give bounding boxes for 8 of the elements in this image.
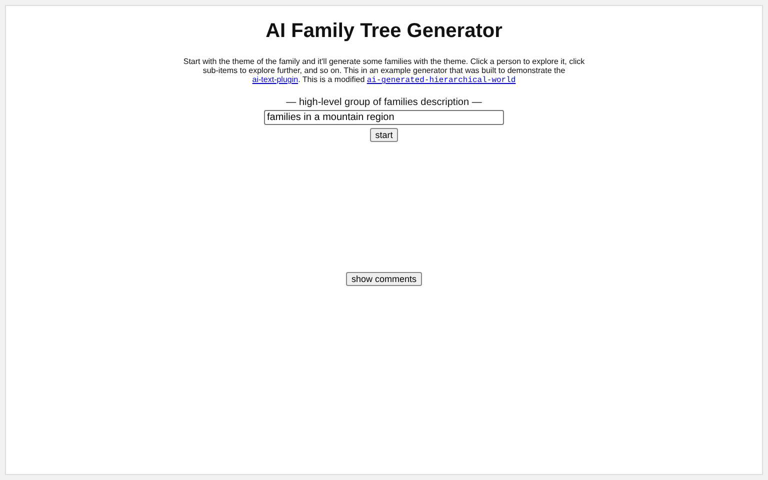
show-comments-button[interactable]: show comments <box>346 272 422 286</box>
plugin-link[interactable]: ai-text-plugin <box>252 75 298 84</box>
description-input[interactable]: families in a mountain region <box>264 110 504 125</box>
input-label: — high-level group of families description — <box>286 97 482 108</box>
start-button[interactable]: start <box>370 128 398 142</box>
description-text: Start with the theme of the family and it'll generate some families with the theme. Click a person to explore it, click sub-items to explore further, and so on. This in an example generator that was built to demonstrate the ai-text-plugin. This is a modified ai-generated-hierarchical-world <box>182 57 586 85</box>
page-title: AI Family Tree Generator <box>266 20 502 43</box>
source-link[interactable]: ai-generated-hierarchical-world <box>366 76 516 85</box>
